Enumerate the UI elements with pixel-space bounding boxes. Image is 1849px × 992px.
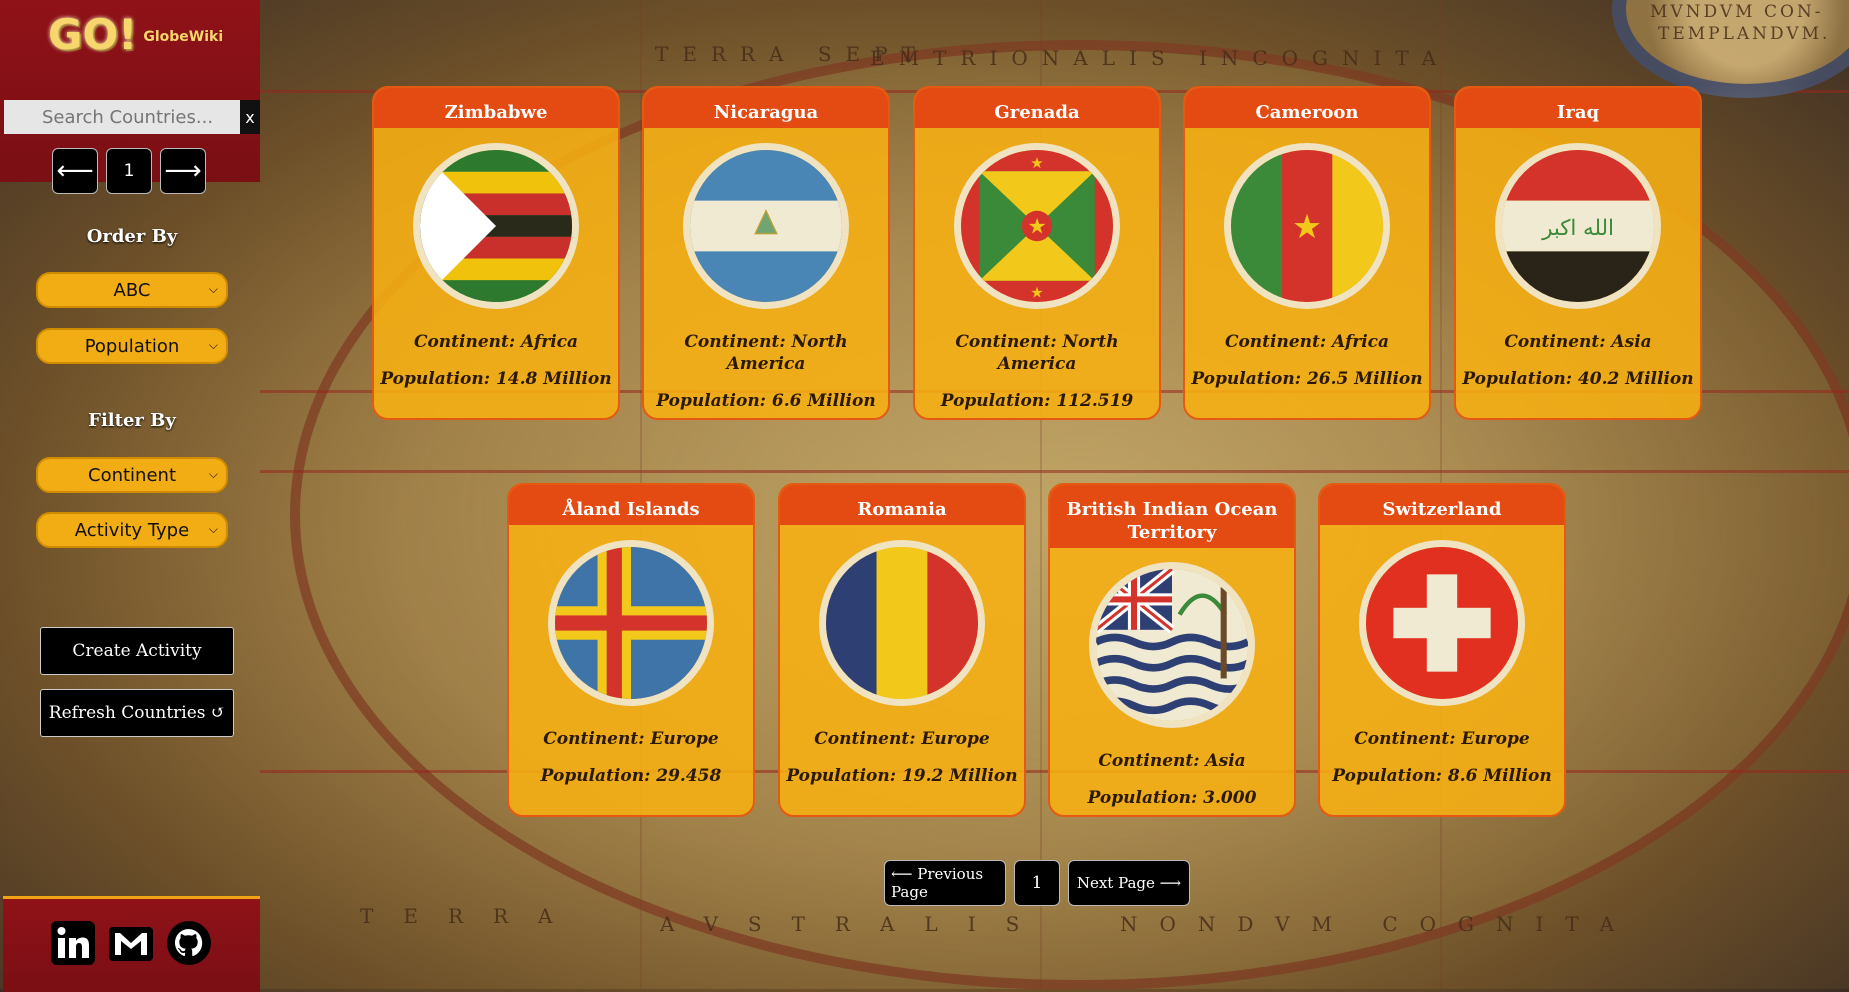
country-name: Romania <box>780 485 1024 525</box>
continent-text: Continent: Asia <box>1504 332 1652 352</box>
svg-text:★: ★ <box>1027 215 1046 240</box>
population-text: Population: 112.519 <box>940 391 1134 411</box>
page-number: 1 <box>106 148 152 194</box>
country-card[interactable]: Switzerland Continent: Europe Population… <box>1318 483 1566 817</box>
order-population-select[interactable]: Population ⌵ <box>36 328 228 364</box>
continent-text: Continent: Europe <box>1354 729 1530 749</box>
map-label: NONDVM COGNITA <box>1120 912 1637 936</box>
sidebar-footer <box>3 896 260 992</box>
cameroon-flag-icon: ★ <box>1224 143 1390 309</box>
order-alpha-select[interactable]: ABC ⌵ <box>36 272 228 308</box>
iraq-flag-icon: الله اكبر <box>1495 143 1661 309</box>
chevron-down-icon: ⌵ <box>208 338 218 352</box>
gmail-icon[interactable] <box>107 919 155 967</box>
population-text: Population: 8.6 Million <box>1332 766 1552 786</box>
continent-value: Continent <box>88 464 176 486</box>
map-latitude-line <box>260 470 1849 473</box>
population-text: Population: 40.2 Million <box>1462 369 1694 389</box>
activity-type-select[interactable]: Activity Type ⌵ <box>36 512 228 548</box>
filter-by-label: Filter By <box>88 410 176 431</box>
country-name: Switzerland <box>1320 485 1564 525</box>
chevron-down-icon: ⌵ <box>208 522 218 536</box>
map-label: EMTRIONALIS INCOGNITA <box>870 46 1451 70</box>
next-page-arrow-button[interactable]: ⟶ <box>160 148 206 194</box>
country-card[interactable]: Zimbabwe Continent: Africa Population: 1… <box>372 86 620 420</box>
prev-page-arrow-button[interactable]: ⟵ <box>52 148 98 194</box>
population-text: Population: 19.2 Million <box>786 766 1018 786</box>
nicaragua-flag-icon <box>683 143 849 309</box>
search-input[interactable] <box>4 100 240 134</box>
sidebar: GO! GlobeWiki x ⟵ 1 ⟶ Order By ABC ⌵ Pop… <box>0 0 260 992</box>
country-name: Cameroon <box>1185 88 1429 128</box>
continent-text: Continent: North America <box>684 332 848 374</box>
country-name: Nicaragua <box>644 88 888 128</box>
map-label: TEMPLANDVM. <box>1658 24 1831 44</box>
logo-main-text: GO! <box>48 9 138 59</box>
bottom-pagination: ⟵ Previous Page 1 Next Page ⟶ <box>884 860 1190 906</box>
continent-text: Continent: Europe <box>814 729 990 749</box>
svg-text:★: ★ <box>1292 207 1322 246</box>
chevron-down-icon: ⌵ <box>208 467 218 481</box>
next-page-button[interactable]: Next Page ⟶ <box>1068 860 1190 906</box>
svg-text:★: ★ <box>1030 154 1044 172</box>
map-label: MVNDVM CON- <box>1650 2 1824 22</box>
refresh-countries-button[interactable]: Refresh Countries ↺ <box>40 689 234 737</box>
sidebar-pager: ⟵ 1 ⟶ <box>52 148 206 194</box>
population-text: Population: 29.458 <box>540 766 722 786</box>
zimbabwe-flag-icon <box>413 143 579 309</box>
switzerland-flag-icon <box>1359 540 1525 706</box>
romania-flag-icon <box>819 540 985 706</box>
country-card[interactable]: British Indian Ocean Territory Continent… <box>1048 483 1296 817</box>
search-clear-button[interactable]: x <box>240 100 260 134</box>
linkedin-icon[interactable] <box>49 919 97 967</box>
continent-select[interactable]: Continent ⌵ <box>36 457 228 493</box>
country-name: Åland Islands <box>509 485 753 525</box>
continent-text: Continent: Africa <box>413 332 579 352</box>
svg-text:★: ★ <box>1030 283 1044 301</box>
biot-flag-icon <box>1089 562 1255 728</box>
continent-text: Continent: Africa <box>1224 332 1390 352</box>
population-text: Population: 14.8 Million <box>380 369 612 389</box>
previous-page-button[interactable]: ⟵ Previous Page <box>884 860 1006 906</box>
create-activity-button[interactable]: Create Activity <box>40 627 234 675</box>
country-card[interactable]: Cameroon ★ Continent: Africa Population:… <box>1183 86 1431 420</box>
order-by-label: Order By <box>86 226 178 247</box>
continent-text: Continent: Asia <box>1098 751 1246 771</box>
grenada-flag-icon: ★ ★ ★ <box>954 143 1120 309</box>
country-card[interactable]: Iraq الله اكبر Continent: Asia Populatio… <box>1454 86 1702 420</box>
country-name: Iraq <box>1456 88 1700 128</box>
chevron-down-icon: ⌵ <box>208 282 218 296</box>
country-name: Zimbabwe <box>374 88 618 128</box>
map-label: AVSTRALIS <box>660 912 1050 936</box>
order-population-value: Population <box>84 335 180 357</box>
map-label: TERRA <box>360 904 583 928</box>
svg-text:الله اكبر: الله اكبر <box>1541 216 1614 241</box>
aland-flag-icon <box>548 540 714 706</box>
country-card[interactable]: Romania Continent: Europe Population: 19… <box>778 483 1026 817</box>
activity-type-value: Activity Type <box>74 519 190 541</box>
search-bar: x <box>4 100 260 134</box>
country-card[interactable]: Åland Islands Continent: Europe Populati… <box>507 483 755 817</box>
sidebar-header: GO! GlobeWiki x ⟵ 1 ⟶ <box>0 0 260 194</box>
population-text: Population: 3.000 <box>1087 788 1257 808</box>
order-alpha-value: ABC <box>113 279 151 301</box>
current-page-number: 1 <box>1014 860 1060 906</box>
country-name: British Indian Ocean Territory <box>1050 485 1294 548</box>
country-card[interactable]: Grenada ★ ★ ★ Continent: North America P… <box>913 86 1161 420</box>
app-logo[interactable]: GO! GlobeWiki <box>48 8 223 60</box>
logo-sub-text: GlobeWiki <box>143 29 224 45</box>
continent-text: Continent: North America <box>955 332 1119 374</box>
population-text: Population: 26.5 Million <box>1191 369 1423 389</box>
github-icon[interactable] <box>165 919 213 967</box>
country-name: Grenada <box>915 88 1159 128</box>
continent-text: Continent: Europe <box>543 729 719 749</box>
country-card[interactable]: Nicaragua Continent: North America Popul… <box>642 86 890 420</box>
population-text: Population: 6.6 Million <box>656 391 876 411</box>
